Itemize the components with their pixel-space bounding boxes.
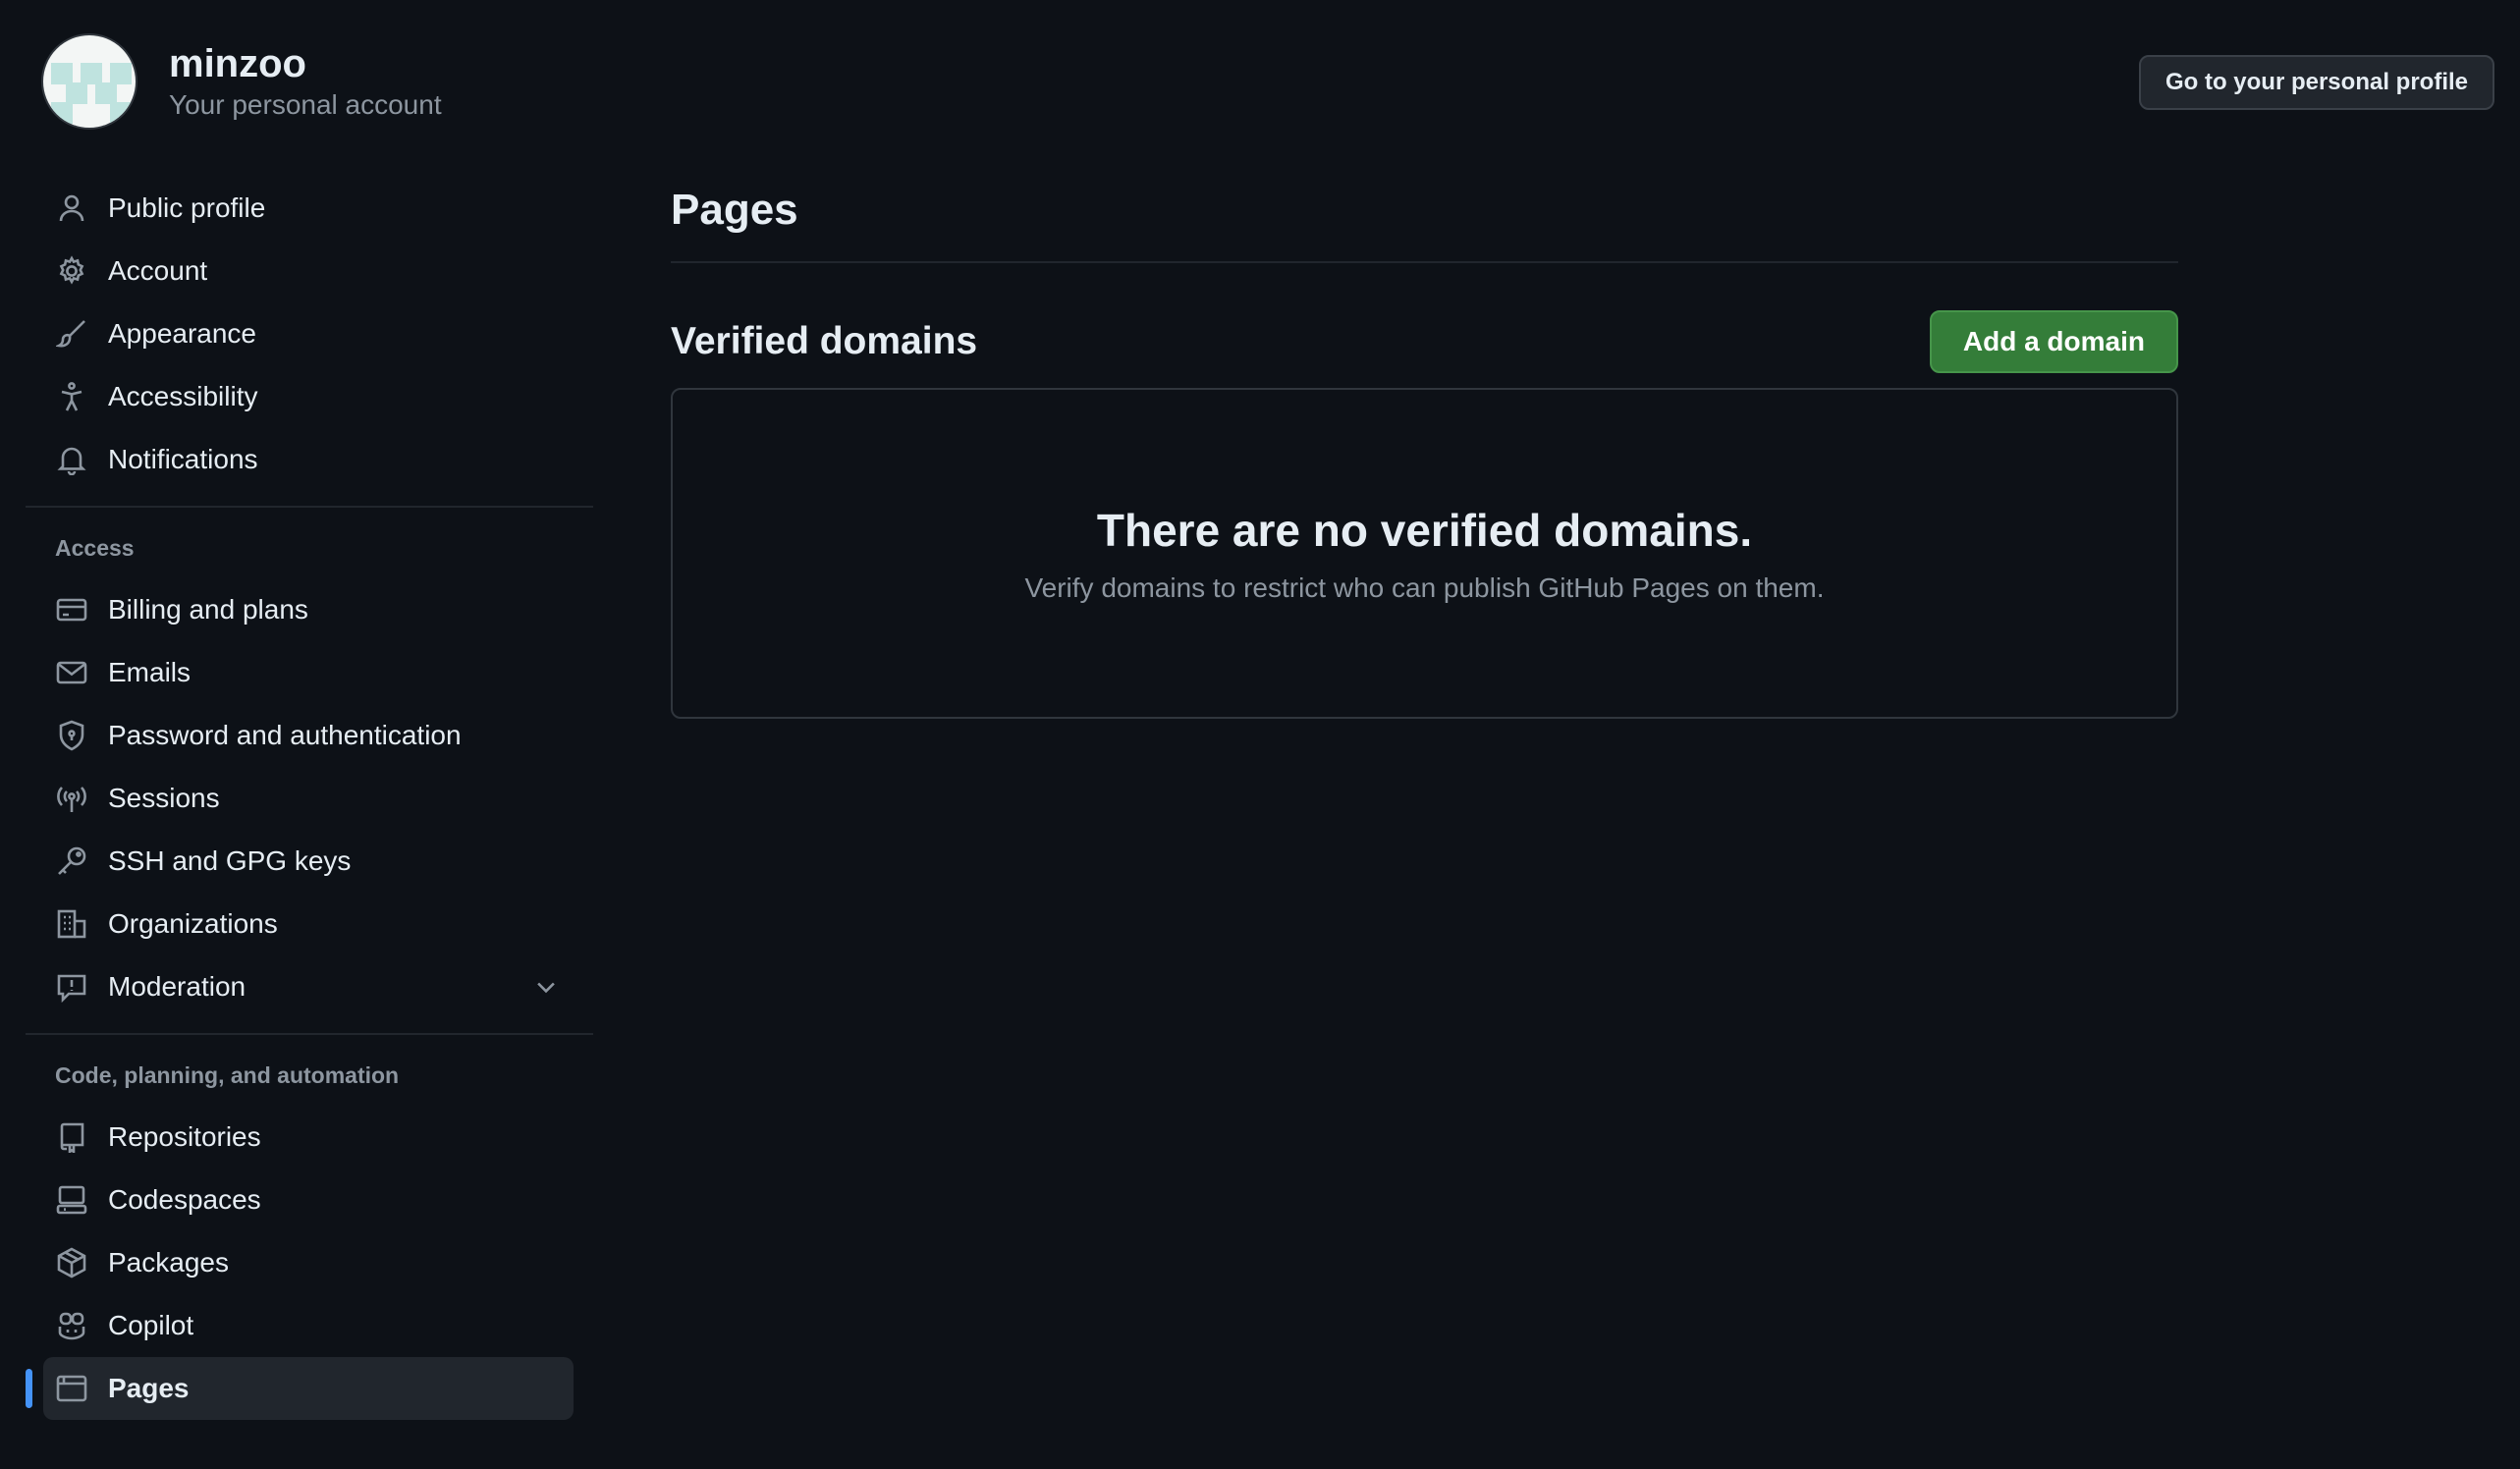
empty-state-title: There are no verified domains. xyxy=(1096,504,1753,556)
account-header: minzoo Your personal account xyxy=(41,33,442,130)
avatar-pixel xyxy=(81,63,102,84)
sidebar-item-packages[interactable]: Packages xyxy=(26,1231,593,1294)
shield-lock-icon xyxy=(55,719,88,752)
sidebar-item-codespaces[interactable]: Codespaces xyxy=(26,1169,593,1231)
sidebar-item-label: Billing and plans xyxy=(108,594,308,625)
sidebar-item-billing[interactable]: Billing and plans xyxy=(26,578,593,641)
sidebar-item-label: Appearance xyxy=(108,318,257,349)
sidebar-divider xyxy=(26,506,593,508)
sidebar-item-appearance[interactable]: Appearance xyxy=(26,302,593,365)
sidebar-item-account[interactable]: Account xyxy=(26,240,593,302)
broadcast-icon xyxy=(55,782,88,815)
sidebar-item-repositories[interactable]: Repositories xyxy=(26,1106,593,1169)
chevron-down-icon[interactable] xyxy=(532,973,560,1001)
empty-state: There are no verified domains. Verify do… xyxy=(671,388,2178,719)
sidebar-item-notifications[interactable]: Notifications xyxy=(26,428,593,491)
avatar[interactable] xyxy=(41,33,137,130)
sidebar-item-sessions[interactable]: Sessions xyxy=(26,767,593,830)
sidebar-divider xyxy=(26,1033,593,1035)
account-header-text: minzoo Your personal account xyxy=(169,40,442,123)
sidebar-item-copilot[interactable]: Copilot xyxy=(26,1294,593,1357)
sidebar-item-accessibility[interactable]: Accessibility xyxy=(26,365,593,428)
sidebar-item-label: Copilot xyxy=(108,1310,194,1340)
sidebar-item-label: Sessions xyxy=(108,783,220,813)
codespaces-icon xyxy=(55,1183,88,1217)
sidebar-item-label: Account xyxy=(108,255,208,286)
section-title: Verified domains xyxy=(671,320,978,362)
bell-icon xyxy=(55,443,88,476)
sidebar-item-pages[interactable]: Pages xyxy=(26,1357,574,1420)
avatar-pixel xyxy=(66,82,87,104)
sidebar-item-label: Codespaces xyxy=(108,1184,261,1215)
sidebar-section-access: Access xyxy=(55,534,135,561)
key-icon xyxy=(55,844,88,878)
avatar-pixel xyxy=(95,82,117,104)
repo-icon xyxy=(55,1120,88,1154)
avatar-pixel xyxy=(110,63,132,84)
browser-icon xyxy=(55,1372,88,1405)
sidebar-item-password[interactable]: Password and authentication xyxy=(26,704,593,767)
avatar-pixel xyxy=(51,63,73,84)
sidebar-item-label: Organizations xyxy=(108,908,278,939)
main-content: Pages Verified domains Add a domain Ther… xyxy=(671,181,2178,719)
title-divider xyxy=(671,261,2178,263)
sidebar-item-label: Repositories xyxy=(108,1121,261,1152)
settings-page: minzoo Your personal account Go to your … xyxy=(0,0,2520,1469)
add-domain-button[interactable]: Add a domain xyxy=(1929,310,2178,373)
gear-icon xyxy=(55,254,88,288)
mail-icon xyxy=(55,656,88,689)
paintbrush-icon xyxy=(55,317,88,351)
verified-domains-header: Verified domains Add a domain xyxy=(671,310,2178,373)
sidebar-item-emails[interactable]: Emails xyxy=(26,641,593,704)
username[interactable]: minzoo xyxy=(169,40,442,87)
person-icon xyxy=(55,191,88,225)
package-icon xyxy=(55,1246,88,1279)
avatar-pixel xyxy=(110,102,132,124)
sidebar-item-label: Pages xyxy=(108,1373,190,1403)
sidebar-section-code: Code, planning, and automation xyxy=(55,1061,400,1088)
sidebar-item-label: SSH and GPG keys xyxy=(108,845,352,876)
sidebar-item-label: Notifications xyxy=(108,444,258,474)
sidebar-item-label: Password and authentication xyxy=(108,720,462,750)
copilot-icon xyxy=(55,1309,88,1342)
sidebar-item-label: Moderation xyxy=(108,971,247,1002)
sidebar-item-ssh-gpg-keys[interactable]: SSH and GPG keys xyxy=(26,830,593,893)
page-title: Pages xyxy=(671,186,798,234)
sidebar-item-moderation[interactable]: Moderation xyxy=(26,955,593,1018)
avatar-pixel xyxy=(51,102,73,124)
go-to-profile-button[interactable]: Go to your personal profile xyxy=(2138,55,2494,110)
settings-sidebar: Public profile Account Appearance Access… xyxy=(26,177,593,1420)
report-icon xyxy=(55,970,88,1004)
sidebar-item-organizations[interactable]: Organizations xyxy=(26,893,593,955)
sidebar-item-label: Packages xyxy=(108,1247,229,1278)
sidebar-item-public-profile[interactable]: Public profile xyxy=(26,177,593,240)
organization-icon xyxy=(55,907,88,941)
account-type-label: Your personal account xyxy=(169,89,442,120)
accessibility-icon xyxy=(55,380,88,413)
sidebar-item-label: Emails xyxy=(108,657,192,687)
empty-state-description: Verify domains to restrict who can publi… xyxy=(1024,571,1825,603)
sidebar-item-label: Public profile xyxy=(108,192,266,223)
credit-card-icon xyxy=(55,593,88,626)
sidebar-item-label: Accessibility xyxy=(108,381,258,411)
